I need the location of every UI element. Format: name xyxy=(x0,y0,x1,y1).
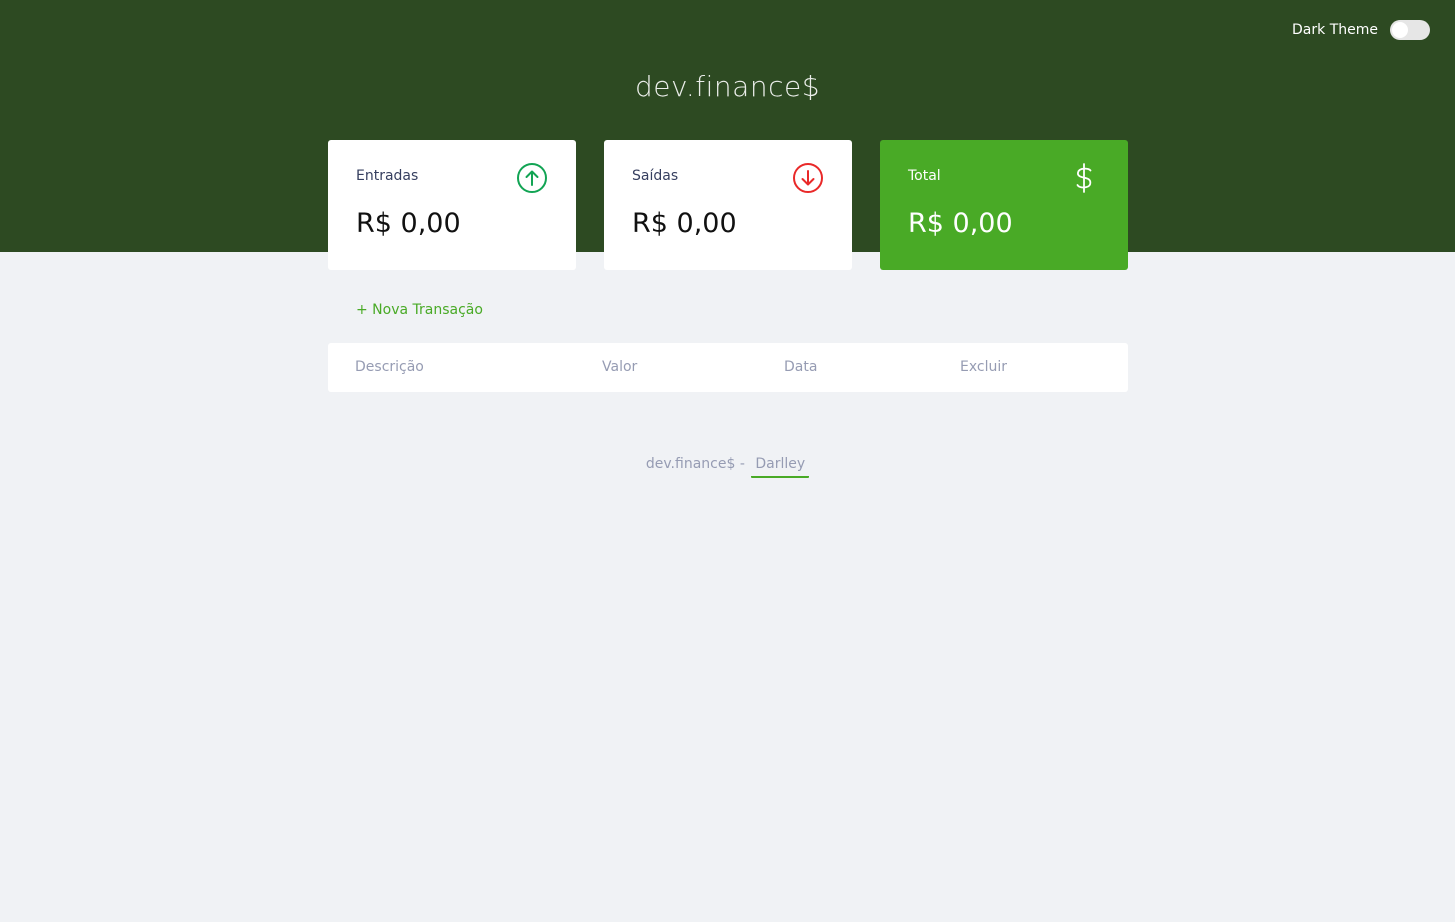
arrow-up-circle-icon xyxy=(517,163,547,193)
dollar-icon xyxy=(1076,163,1092,193)
theme-toggle: Dark Theme xyxy=(1292,20,1430,40)
footer-text: dev.finance$ - xyxy=(645,456,745,472)
income-card-value: R$ 0,00 xyxy=(356,208,461,239)
expense-card-value: R$ 0,00 xyxy=(632,208,737,239)
page-footer: dev.finance$ - Darlley xyxy=(0,456,1455,478)
column-header-delete: Excluir xyxy=(960,359,1007,375)
column-header-description: Descrição xyxy=(355,359,424,375)
expense-card: Saídas R$ 0,00 xyxy=(604,140,852,270)
total-card: Total R$ 0,00 xyxy=(880,140,1128,270)
transactions-table: Descrição Valor Data Excluir xyxy=(328,343,1128,392)
new-transaction-button[interactable]: + Nova Transação xyxy=(356,302,483,318)
theme-toggle-label: Dark Theme xyxy=(1292,22,1378,38)
column-header-date: Data xyxy=(784,359,818,375)
author-link[interactable]: Darlley xyxy=(751,456,810,478)
arrow-down-circle-icon xyxy=(793,163,823,193)
switch-knob xyxy=(1392,22,1408,38)
app-logo: dev.finance$ xyxy=(634,70,821,103)
balance-cards: Entradas R$ 0,00 Saídas R$ 0,00 Total R$… xyxy=(328,140,1128,270)
dark-theme-switch[interactable] xyxy=(1390,20,1430,40)
total-card-value: R$ 0,00 xyxy=(908,208,1013,239)
income-card: Entradas R$ 0,00 xyxy=(328,140,576,270)
column-header-amount: Valor xyxy=(602,359,638,375)
